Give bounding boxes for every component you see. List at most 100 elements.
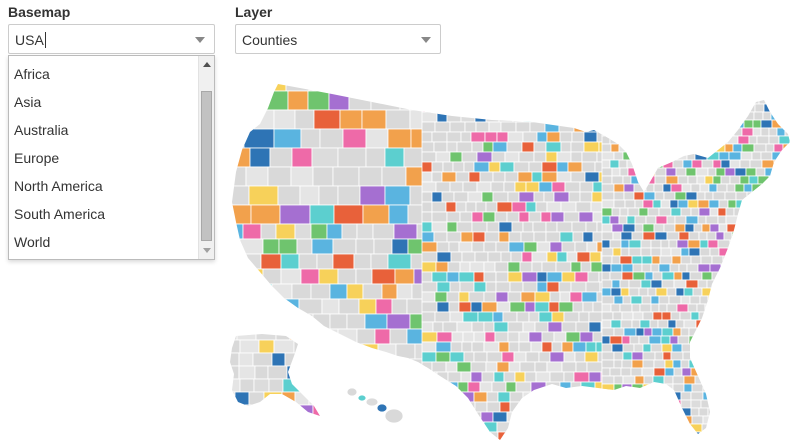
county-shape[interactable] (222, 223, 244, 240)
county-shape[interactable] (741, 423, 754, 433)
county-shape[interactable] (664, 151, 676, 161)
county-shape[interactable] (774, 191, 785, 201)
county-shape[interactable] (798, 392, 805, 400)
county-shape[interactable] (481, 301, 498, 313)
county-shape[interactable] (675, 111, 687, 121)
county-shape[interactable] (601, 383, 615, 393)
county-shape[interactable] (708, 199, 720, 209)
county-shape[interactable] (451, 101, 466, 113)
county-shape[interactable] (601, 391, 614, 401)
county-shape[interactable] (743, 231, 757, 241)
county-shape[interactable] (634, 375, 645, 385)
county-shape[interactable] (649, 72, 661, 80)
county-shape[interactable] (753, 207, 763, 217)
county-shape[interactable] (528, 311, 540, 323)
county-shape[interactable] (612, 391, 622, 401)
county-shape[interactable] (613, 191, 625, 201)
county-shape[interactable] (570, 281, 587, 293)
county-shape[interactable] (663, 375, 674, 385)
county-shape[interactable] (745, 375, 759, 385)
county-shape[interactable] (650, 263, 660, 273)
county-shape[interactable] (530, 411, 542, 423)
county-shape[interactable] (800, 88, 805, 96)
county-shape[interactable] (486, 401, 501, 413)
county-shape[interactable] (298, 298, 323, 315)
county-shape[interactable] (722, 127, 735, 137)
county-shape[interactable] (730, 407, 741, 417)
county-shape[interactable] (712, 87, 726, 97)
county-shape[interactable] (694, 375, 707, 385)
county-shape[interactable] (735, 119, 745, 129)
county-shape[interactable] (734, 335, 747, 345)
county-shape[interactable] (622, 103, 635, 113)
county-shape[interactable] (513, 442, 526, 448)
county-shape[interactable] (641, 111, 651, 121)
county-shape[interactable] (726, 183, 736, 193)
county-shape[interactable] (436, 251, 452, 263)
county-shape[interactable] (797, 296, 805, 304)
county-shape[interactable] (792, 288, 801, 296)
county-shape[interactable] (642, 231, 656, 241)
county-shape[interactable] (642, 343, 652, 353)
county-shape[interactable] (696, 191, 706, 201)
county-shape[interactable] (722, 255, 733, 265)
county-shape[interactable] (642, 175, 656, 185)
county-shape[interactable] (734, 167, 747, 177)
county-shape[interactable] (779, 399, 789, 409)
contiguous-us-counties[interactable] (222, 72, 805, 448)
county-shape[interactable] (496, 201, 513, 213)
county-shape[interactable] (720, 367, 730, 377)
county-shape[interactable] (222, 253, 241, 270)
county-shape[interactable] (780, 111, 792, 121)
county-shape[interactable] (791, 168, 802, 176)
county-shape[interactable] (724, 143, 734, 153)
county-shape[interactable] (323, 403, 340, 420)
county-shape[interactable] (601, 343, 613, 353)
county-shape[interactable] (719, 295, 730, 305)
county-shape[interactable] (741, 431, 752, 440)
county-shape[interactable] (611, 255, 621, 265)
county-shape[interactable] (638, 415, 649, 425)
county-shape[interactable] (577, 91, 594, 103)
county-shape[interactable] (733, 319, 743, 329)
county-shape[interactable] (750, 351, 762, 361)
county-shape[interactable] (485, 111, 500, 123)
county-shape[interactable] (544, 91, 557, 103)
county-shape[interactable] (629, 407, 641, 417)
county-shape[interactable] (395, 343, 416, 360)
county-shape[interactable] (421, 231, 435, 243)
county-shape[interactable] (780, 175, 790, 185)
county-shape[interactable] (752, 423, 764, 433)
county-shape[interactable] (328, 366, 345, 379)
county-shape[interactable] (763, 359, 775, 369)
county-shape[interactable] (564, 411, 580, 423)
county-shape[interactable] (770, 279, 780, 289)
county-shape[interactable] (514, 181, 527, 193)
county-shape[interactable] (497, 431, 514, 442)
county-shape[interactable] (250, 204, 281, 225)
county-shape[interactable] (754, 335, 766, 345)
county-shape[interactable] (781, 215, 793, 225)
county-shape[interactable] (654, 175, 667, 185)
county-shape[interactable] (697, 279, 708, 289)
county-shape[interactable] (449, 121, 466, 133)
county-shape[interactable] (536, 241, 551, 253)
county-shape[interactable] (492, 191, 509, 203)
county-shape[interactable] (745, 335, 756, 345)
county-shape[interactable] (748, 367, 759, 377)
county-shape[interactable] (421, 281, 438, 293)
county-shape[interactable] (317, 378, 333, 393)
county-shape[interactable] (800, 440, 805, 448)
county-shape[interactable] (787, 367, 799, 377)
county-shape[interactable] (436, 401, 453, 413)
county-shape[interactable] (790, 72, 800, 80)
county-shape[interactable] (339, 109, 363, 130)
county-shape[interactable] (601, 191, 615, 201)
county-shape[interactable] (609, 135, 619, 145)
county-shape[interactable] (575, 401, 592, 413)
county-shape[interactable] (601, 215, 611, 225)
county-shape[interactable] (754, 103, 765, 113)
county-shape[interactable] (612, 311, 623, 321)
county-shape[interactable] (370, 253, 389, 270)
county-shape[interactable] (498, 341, 510, 353)
